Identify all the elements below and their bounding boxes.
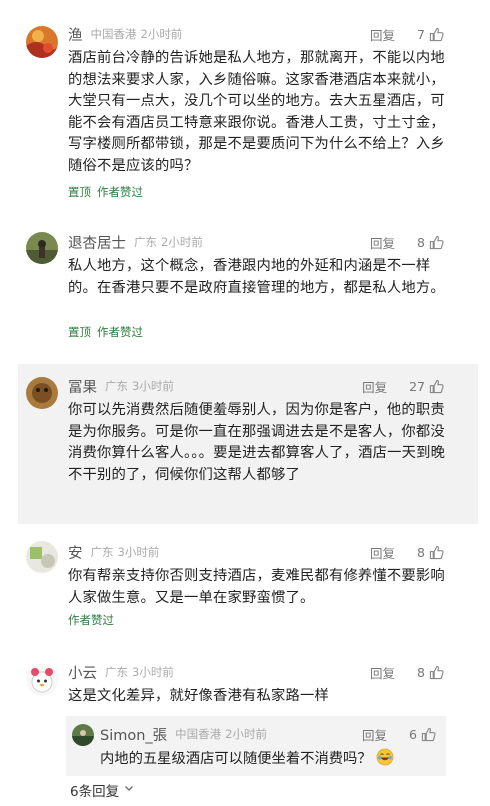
avatar[interactable] [26, 664, 58, 696]
reply-button[interactable]: 回复 [370, 543, 395, 562]
reply-button[interactable]: 回复 [362, 377, 387, 396]
chevron-down-icon [123, 782, 135, 798]
timestamp: 3小时前 [117, 545, 160, 559]
comment-text: 私人地方，这个概念，香港跟内地的外延和内涵是不一样的。在香港只要不是政府直接管理… [68, 258, 445, 296]
avatar[interactable] [72, 724, 94, 746]
reply-button[interactable]: 回复 [370, 663, 395, 682]
reply-button[interactable]: 回复 [370, 233, 395, 252]
reply-button[interactable]: 回复 [362, 725, 387, 744]
username[interactable]: 渔 [68, 24, 83, 45]
reply-text: 内地的五星级酒店可以随便坐着不消费吗？ [100, 751, 372, 767]
thumbs-up-icon[interactable] [421, 727, 436, 742]
thumbs-up-icon[interactable] [429, 235, 444, 250]
laughing-emoji-icon [376, 748, 394, 767]
sub-reply: Simon_張 中国香港 2小时前 回复 6 内地的五星级酒店可以随便坐着不消费… [66, 716, 446, 776]
like-count: 7 [417, 26, 425, 42]
like-count: 8 [417, 544, 425, 560]
tag-pinned: 置顶 [68, 185, 91, 199]
timestamp: 2小时前 [225, 727, 267, 741]
like-count: 27 [409, 378, 425, 394]
more-replies-link[interactable]: 6条回复 [70, 780, 135, 800]
avatar[interactable] [26, 541, 58, 573]
comment-item: 渔 中国香港 2小时前 回复 7 酒店前台冷静的告诉她是私人地方，那就离开，不能… [0, 0, 490, 200]
comment-text: 你可以先消费然后随便羞辱别人，因为你是客户，他的职责是为你服务。可是你一直在那强… [68, 402, 446, 483]
tag-author-liked: 作者赞过 [68, 613, 114, 627]
region: 中国香港 [90, 27, 137, 41]
comment-text: 你有帮亲支持你否则支持酒店，麦难民都有修养懂不要影响人家做生意。又是一单在家野蛮… [68, 568, 445, 606]
timestamp: 3小时前 [132, 665, 174, 679]
thumbs-up-icon[interactable] [429, 665, 444, 680]
timestamp: 2小时前 [140, 27, 183, 41]
username[interactable]: 小云 [68, 662, 97, 683]
region: 中国香港 [175, 727, 222, 741]
username[interactable]: 退杏居士 [68, 232, 126, 253]
avatar[interactable] [26, 377, 58, 409]
thumbs-up-icon[interactable] [429, 545, 444, 560]
reply-button[interactable]: 回复 [370, 25, 395, 44]
region: 广东 [105, 665, 128, 679]
region: 广东 [134, 235, 157, 249]
more-replies-label: 6条回复 [70, 784, 120, 800]
username[interactable]: 冨果 [68, 376, 97, 397]
like-count: 8 [417, 234, 425, 250]
like-count: 6 [409, 726, 417, 742]
comment-text: 酒店前台冷静的告诉她是私人地方，那就离开，不能以内地的想法来要求人家，入乡随俗嘛… [68, 50, 445, 174]
tag-author-liked: 作者赞过 [97, 185, 143, 199]
tag-author-liked: 作者赞过 [97, 325, 143, 339]
username[interactable]: Simon_張 [100, 724, 167, 745]
username[interactable]: 安 [68, 542, 83, 563]
region: 广东 [105, 379, 128, 393]
thumbs-up-icon[interactable] [429, 27, 444, 42]
tag-pinned: 置顶 [68, 325, 91, 339]
timestamp: 3小时前 [132, 379, 174, 393]
like-count: 8 [417, 664, 425, 680]
avatar[interactable] [26, 26, 58, 58]
avatar[interactable] [26, 232, 58, 264]
thumbs-up-icon[interactable] [429, 379, 444, 394]
region: 广东 [90, 545, 114, 559]
comment-text: 这是文化差异，就好像香港有私家路一样 [68, 688, 329, 704]
timestamp: 2小时前 [161, 235, 203, 249]
